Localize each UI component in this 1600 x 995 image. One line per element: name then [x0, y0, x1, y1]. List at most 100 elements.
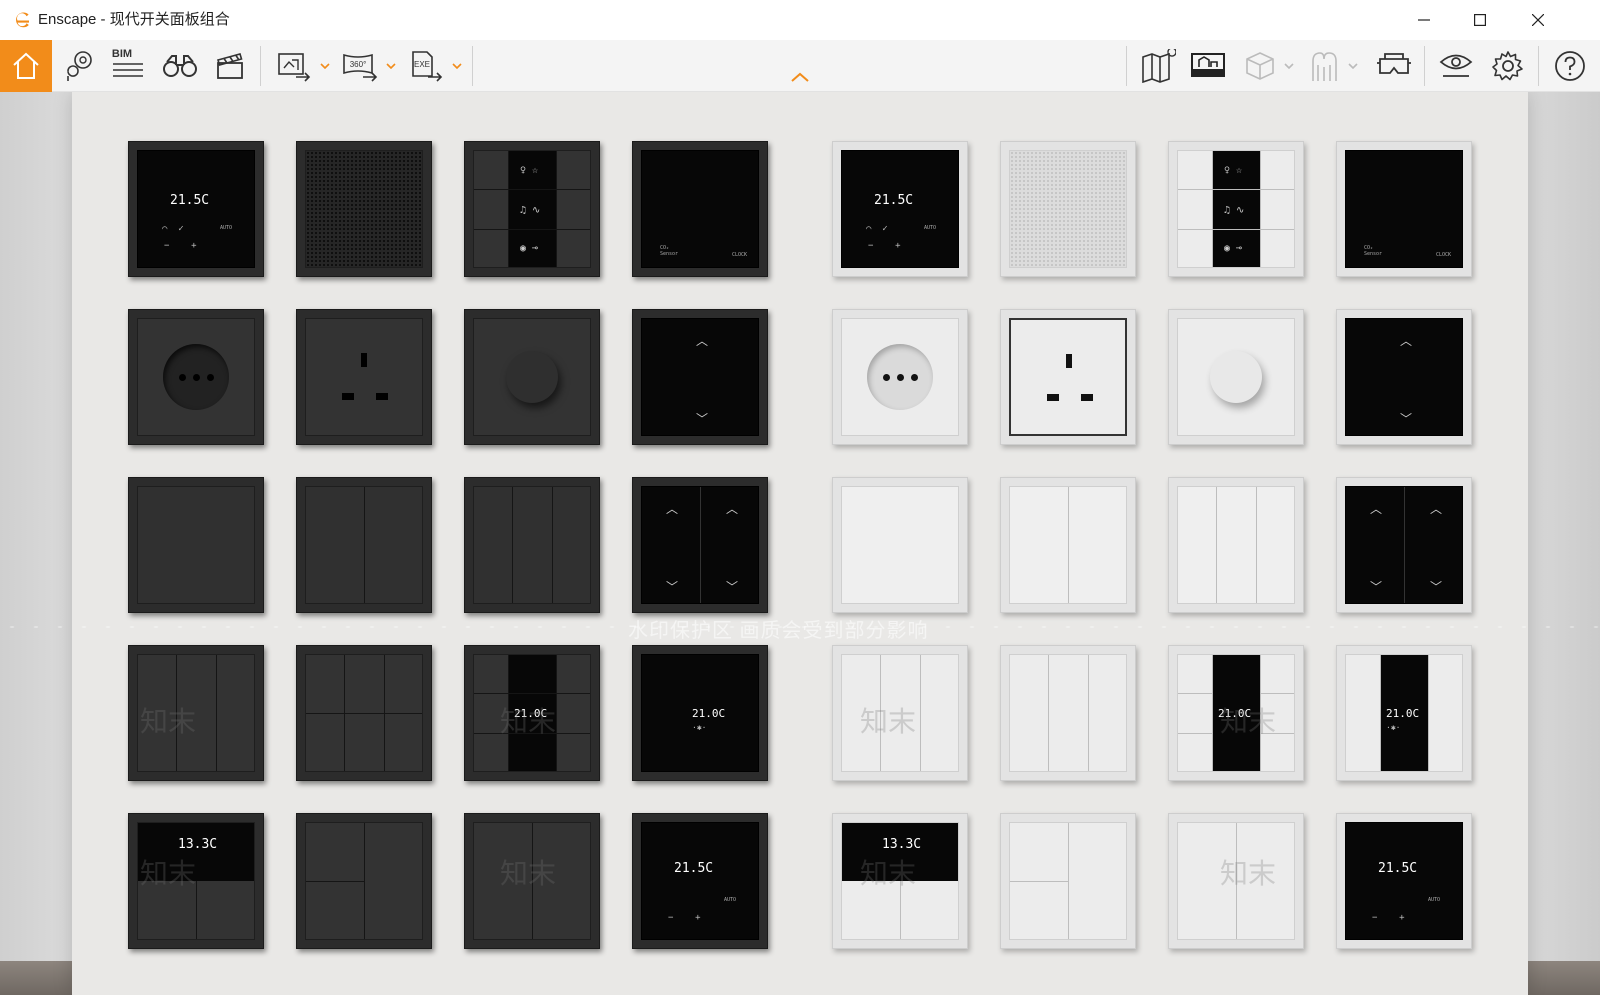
- watermark-text: 水印保护区 画质会受到部分影响: [628, 620, 929, 642]
- thermostat-display: 21.5C: [1378, 861, 1418, 876]
- cube-button[interactable]: [1240, 40, 1280, 92]
- watermark-logo: 知末: [1220, 857, 1277, 890]
- blind-switch-2gang-dark[interactable]: ︿ ︿ ﹀ ﹀: [632, 477, 768, 613]
- panorama-label: 360°: [350, 60, 367, 69]
- toolbar-separator: [1126, 46, 1127, 86]
- uk-socket-light[interactable]: [1000, 309, 1136, 445]
- thermostat-panel-dark[interactable]: 21.5C AUTO ⌒ ✓ − +: [128, 141, 264, 277]
- large-temp-display: 13.3C: [178, 837, 218, 852]
- arrow-down-icon: ﹀: [1430, 580, 1443, 594]
- push-button-6gang-light[interactable]: [1000, 645, 1136, 781]
- toolbar-separator: [472, 46, 473, 86]
- blind-switch-dark[interactable]: ︿ ﹀: [632, 309, 768, 445]
- eye-icon: [1439, 54, 1473, 77]
- schuko-socket-light[interactable]: [832, 309, 968, 445]
- help-icon: [1555, 51, 1585, 81]
- bim-button[interactable]: BIM: [106, 40, 150, 92]
- asset-library-icon: [1191, 53, 1225, 77]
- render-image-icon: [278, 53, 311, 82]
- video-editor-button[interactable]: [208, 40, 252, 92]
- close-button[interactable]: [1510, 0, 1566, 40]
- person-star-icons: ♀ ☆: [1224, 165, 1243, 176]
- sculpture-button[interactable]: [1304, 40, 1344, 92]
- touch-icons: ⌒ ✓: [866, 224, 888, 234]
- binoculars-button[interactable]: [158, 40, 202, 92]
- rocker-2gang-dark[interactable]: [296, 477, 432, 613]
- bim-label: BIM: [111, 48, 133, 60]
- watermark-logo: 知末: [500, 705, 557, 738]
- thermostat-panel-dark-2[interactable]: 21.5C AUTO − +: [632, 813, 768, 949]
- close-icon: [1532, 14, 1544, 26]
- auto-label: AUTO: [924, 225, 937, 231]
- bell-wave-icons: ♫ ∿: [520, 205, 541, 216]
- blind-switch-2gang-light[interactable]: ︿ ︿ ﹀ ﹀: [1336, 477, 1472, 613]
- views-button[interactable]: [56, 40, 100, 92]
- wall: [72, 92, 1528, 995]
- panorama-button[interactable]: 360°: [338, 40, 382, 92]
- enscape-logo-icon: [16, 12, 29, 28]
- dimmer-knob-light[interactable]: [1168, 309, 1304, 445]
- render-viewport[interactable]: 21.5C AUTO ⌒ ✓ − + ♀ ☆ ♫ ∿ ◉ ⊸ CO₂ Senso…: [0, 92, 1600, 995]
- map-button[interactable]: [1136, 40, 1180, 92]
- minus-plus-icons: − +: [1372, 913, 1405, 923]
- rocker-2gang-light[interactable]: [1000, 477, 1136, 613]
- watermark-logo: 知末: [860, 857, 917, 890]
- visual-settings-button[interactable]: [1434, 40, 1478, 92]
- help-button[interactable]: [1548, 40, 1592, 92]
- speaker-grille-panel-dark[interactable]: [296, 141, 432, 277]
- arrow-down-icon: ﹀: [1370, 580, 1383, 594]
- speaker-grille-panel-light[interactable]: [1000, 141, 1136, 277]
- vr-headset-button[interactable]: [1372, 40, 1416, 92]
- push-button-3gang-light[interactable]: [1000, 813, 1136, 949]
- thermostat-panel-light[interactable]: 21.5C AUTO ⌒ ✓ − +: [832, 141, 968, 277]
- room-controller-wide-dark[interactable]: 21.0C ·✱·: [632, 645, 768, 781]
- collapse-toolbar-button[interactable]: [780, 62, 820, 92]
- push-button-3gang-dark[interactable]: [296, 813, 432, 949]
- push-button-6gang-dark[interactable]: [296, 645, 432, 781]
- rocker-1gang-dark[interactable]: [128, 477, 264, 613]
- watermark-logo: 知末: [1220, 705, 1277, 738]
- schuko-socket-dark[interactable]: [128, 309, 264, 445]
- panorama-360-icon: 360°: [343, 53, 378, 82]
- settings-button[interactable]: [1486, 40, 1530, 92]
- panorama-dropdown[interactable]: [384, 40, 398, 92]
- room-temp-display: 21.0C: [692, 707, 726, 720]
- clock-label: CLOCK: [1436, 252, 1452, 258]
- arrow-down-icon: ﹀: [666, 580, 679, 594]
- rocker-1gang-light[interactable]: [832, 477, 968, 613]
- screenshot-dropdown[interactable]: [318, 40, 332, 92]
- home-button[interactable]: [0, 40, 52, 92]
- toolbar-separator: [1424, 46, 1425, 86]
- thermostat-panel-light-2[interactable]: 21.5C AUTO − +: [1336, 813, 1472, 949]
- bell-wave-icons: ♫ ∿: [1224, 205, 1245, 216]
- room-controller-wide-light[interactable]: 21.0C ·✱·: [1336, 645, 1472, 781]
- auto-label: AUTO: [724, 897, 737, 903]
- chevron-down-icon: [320, 63, 330, 69]
- scene-button-panel-light[interactable]: ♀ ☆ ♫ ∿ ◉ ⊸: [1168, 141, 1304, 277]
- scene-button-panel-dark[interactable]: ♀ ☆ ♫ ∿ ◉ ⊸: [464, 141, 600, 277]
- toolbar-separator: [260, 46, 261, 86]
- auto-label: AUTO: [220, 225, 233, 231]
- person-star-icons: ♀ ☆: [520, 165, 539, 176]
- export-dropdown[interactable]: [450, 40, 464, 92]
- uk-socket-dark[interactable]: [296, 309, 432, 445]
- dimmer-knob-dark[interactable]: [464, 309, 600, 445]
- arrow-up-icon: ︿: [1370, 502, 1383, 516]
- asset-library-button[interactable]: [1186, 40, 1230, 92]
- rocker-3gang-light[interactable]: [1168, 477, 1304, 613]
- maximize-button[interactable]: [1452, 0, 1508, 40]
- arrow-up-icon: ︿: [666, 502, 679, 516]
- co2-sensor-panel-dark[interactable]: CO₂ Sensor CLOCK: [632, 141, 768, 277]
- co2-sensor-panel-light[interactable]: CO₂ Sensor CLOCK: [1336, 141, 1472, 277]
- cube-dropdown[interactable]: [1282, 40, 1296, 92]
- minimize-button[interactable]: [1396, 0, 1452, 40]
- rocker-3gang-dark[interactable]: [464, 477, 600, 613]
- screenshot-button[interactable]: [272, 40, 316, 92]
- clock-label: CLOCK: [732, 252, 748, 258]
- indicator-icons: ·✱·: [692, 723, 707, 732]
- export-button[interactable]: EXE: [404, 40, 448, 92]
- sculpture-dropdown[interactable]: [1346, 40, 1360, 92]
- minimize-icon: [1418, 19, 1430, 21]
- watermark-logo: 知末: [140, 857, 197, 890]
- blind-switch-light[interactable]: ︿ ﹀: [1336, 309, 1472, 445]
